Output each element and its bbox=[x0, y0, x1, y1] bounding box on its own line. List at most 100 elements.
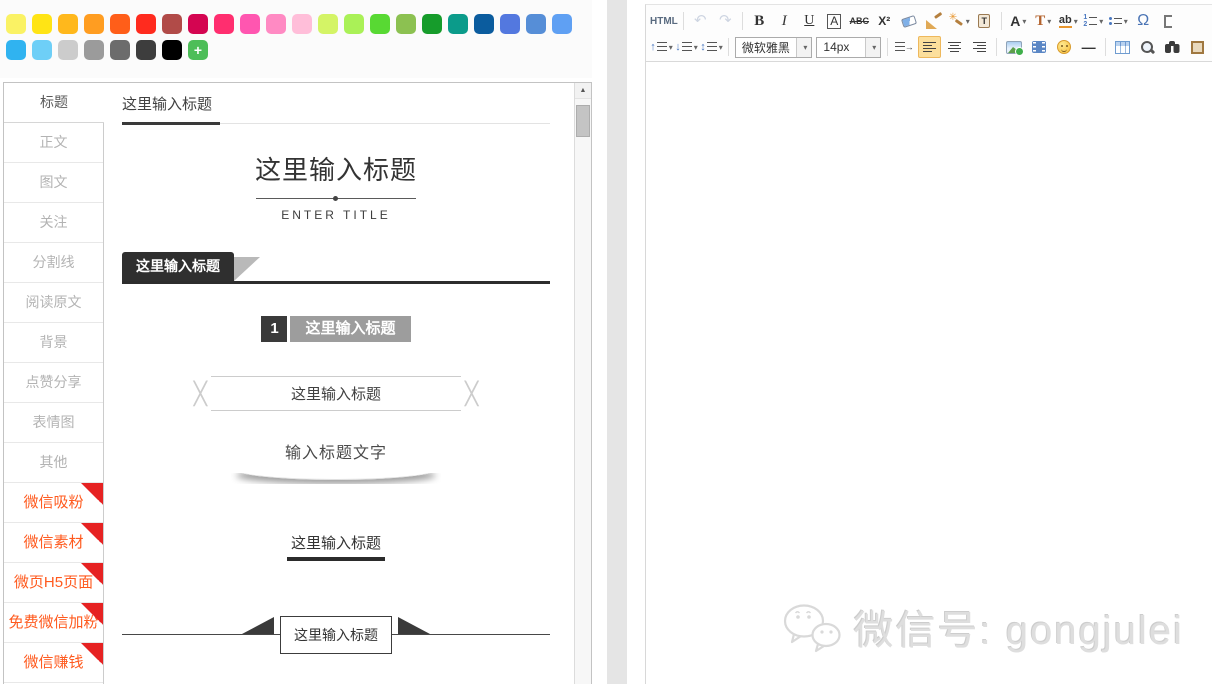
editor-content-area[interactable]: 微信号: gongjulei bbox=[646, 62, 1212, 680]
template-text: 这里输入标题 bbox=[122, 150, 550, 187]
special-char-button[interactable]: Ω bbox=[1132, 10, 1155, 32]
insert-table-button[interactable] bbox=[1111, 36, 1134, 58]
insert-image-button[interactable] bbox=[1002, 36, 1025, 58]
underline-button[interactable]: U bbox=[798, 10, 821, 32]
color-swatch[interactable] bbox=[500, 14, 520, 34]
sidebar-ad-item[interactable]: 微页H5页面AD bbox=[4, 563, 103, 603]
template-underline-tab[interactable]: 这里输入标题 bbox=[122, 91, 550, 124]
color-swatch[interactable] bbox=[32, 40, 52, 60]
font-size-select[interactable]: 14px ▾ bbox=[816, 37, 881, 58]
bold-button[interactable]: B bbox=[748, 10, 771, 32]
binoculars-icon bbox=[1165, 41, 1180, 53]
color-swatch[interactable] bbox=[136, 40, 156, 60]
find-replace-button[interactable] bbox=[1161, 36, 1184, 58]
space-above-button[interactable]: ↑ ▾ bbox=[650, 36, 673, 58]
color-swatch[interactable] bbox=[32, 14, 52, 34]
panel-gutter bbox=[592, 0, 645, 684]
sidebar-item-category[interactable]: 阅读原文 bbox=[4, 283, 103, 323]
template-number-box[interactable]: 1 这里输入标题 bbox=[122, 316, 550, 342]
horizontal-rule-button[interactable]: — bbox=[1077, 36, 1100, 58]
template-black-tab[interactable]: 这里输入标题 bbox=[122, 252, 550, 284]
color-swatch[interactable] bbox=[292, 14, 312, 34]
sidebar-item-category[interactable]: 图文 bbox=[4, 163, 103, 203]
color-swatch[interactable] bbox=[214, 14, 234, 34]
color-swatch[interactable] bbox=[344, 14, 364, 34]
strikethrough-button[interactable]: ABC bbox=[848, 10, 871, 32]
sidebar-item-category[interactable]: 正文 bbox=[4, 123, 103, 163]
line-height-icon: ↕ bbox=[700, 41, 717, 53]
template-thick-underline[interactable]: 这里输入标题 bbox=[122, 532, 550, 561]
color-swatch[interactable] bbox=[84, 40, 104, 60]
scrollbar-thumb[interactable] bbox=[576, 105, 590, 137]
color-swatch[interactable] bbox=[110, 40, 130, 60]
sidebar-item-category[interactable]: 背景 bbox=[4, 323, 103, 363]
sidebar-ad-item[interactable]: 微信赚钱AD bbox=[4, 643, 103, 683]
boxed-a-button[interactable]: A bbox=[823, 10, 846, 32]
sidebar-ad-item[interactable]: 微信吸粉AD bbox=[4, 483, 103, 523]
title-color-button[interactable]: T ▾ bbox=[1032, 10, 1055, 32]
anchor-button[interactable] bbox=[1157, 10, 1180, 32]
color-swatch[interactable] bbox=[58, 40, 78, 60]
color-swatch[interactable] bbox=[526, 14, 546, 34]
unordered-list-button[interactable]: ▾ bbox=[1107, 10, 1130, 32]
color-swatch[interactable] bbox=[474, 14, 494, 34]
scrollbar-up-button[interactable]: ▲ bbox=[575, 83, 591, 99]
template-scrollbar[interactable]: ▲ bbox=[574, 83, 591, 684]
sidebar-item-category[interactable]: 关注 bbox=[4, 203, 103, 243]
color-swatch[interactable] bbox=[188, 14, 208, 34]
color-swatch[interactable] bbox=[370, 14, 390, 34]
font-color-button[interactable]: A ▾ bbox=[1007, 10, 1030, 32]
color-swatch[interactable] bbox=[136, 14, 156, 34]
html-source-button[interactable]: HTML bbox=[650, 10, 678, 32]
color-swatch[interactable] bbox=[396, 14, 416, 34]
undo-button[interactable]: ↶ bbox=[689, 10, 712, 32]
paste-as-text-button[interactable]: T bbox=[973, 10, 996, 32]
color-swatch[interactable] bbox=[6, 40, 26, 60]
color-swatch[interactable] bbox=[266, 14, 286, 34]
preview-button[interactable] bbox=[1136, 36, 1159, 58]
color-swatch[interactable] bbox=[110, 14, 130, 34]
indent-button[interactable]: → bbox=[893, 36, 916, 58]
sidebar-item-category[interactable]: 其他 bbox=[4, 443, 103, 483]
template-ribbon-box[interactable]: 这里输入标题 bbox=[122, 605, 550, 665]
color-swatch[interactable] bbox=[162, 40, 182, 60]
italic-button[interactable]: I bbox=[773, 10, 796, 32]
space-below-button[interactable]: ↓ ▾ bbox=[675, 36, 698, 58]
align-right-button[interactable] bbox=[968, 36, 991, 58]
sidebar-ad-item[interactable]: 微信素材AD bbox=[4, 523, 103, 563]
emoji-button[interactable] bbox=[1052, 36, 1075, 58]
color-swatch[interactable] bbox=[240, 14, 260, 34]
add-color-button[interactable]: + bbox=[188, 40, 208, 60]
align-left-button[interactable] bbox=[918, 36, 941, 58]
insert-video-button[interactable] bbox=[1027, 36, 1050, 58]
highlight-color-button[interactable]: ab ▾ bbox=[1057, 10, 1080, 32]
sidebar-ad-item[interactable]: 免费微信加粉AD bbox=[4, 603, 103, 643]
color-swatch[interactable] bbox=[318, 14, 338, 34]
fullscreen-button[interactable] bbox=[1186, 36, 1209, 58]
template-dot-line-title[interactable]: 这里输入标题 ENTER TITLE bbox=[122, 150, 550, 222]
clear-format-button[interactable] bbox=[923, 10, 946, 32]
color-swatch[interactable] bbox=[58, 14, 78, 34]
color-swatch[interactable] bbox=[162, 14, 182, 34]
color-swatch[interactable] bbox=[552, 14, 572, 34]
color-swatch[interactable] bbox=[448, 14, 468, 34]
ordered-list-button[interactable]: 1 2 ▾ bbox=[1082, 10, 1105, 32]
template-curve-shadow[interactable]: 输入标题文字 bbox=[122, 439, 550, 484]
redo-button[interactable]: ↷ bbox=[714, 10, 737, 32]
superscript-button[interactable]: X² bbox=[873, 10, 896, 32]
color-swatch[interactable] bbox=[84, 14, 104, 34]
color-swatch[interactable] bbox=[6, 14, 26, 34]
color-swatch[interactable] bbox=[422, 14, 442, 34]
line-height-button[interactable]: ↕ ▾ bbox=[700, 36, 723, 58]
template-chevron-banner[interactable]: ╳ 这里输入标题 ╳ bbox=[122, 376, 550, 411]
sidebar-item-category[interactable]: 分割线 bbox=[4, 243, 103, 283]
quick-format-button[interactable]: ▾ bbox=[948, 10, 971, 32]
font-family-select[interactable]: 微软雅黑 ▾ bbox=[735, 37, 813, 58]
template-text: 这里输入标题 bbox=[122, 252, 234, 281]
remove-format-button[interactable] bbox=[898, 10, 921, 32]
chevron-down-icon: ▾ bbox=[796, 38, 811, 57]
align-center-button[interactable] bbox=[943, 36, 966, 58]
sidebar-item-category[interactable]: 表情图 bbox=[4, 403, 103, 443]
sidebar-item-category[interactable]: 点赞分享 bbox=[4, 363, 103, 403]
sidebar-item-active[interactable]: 标题 bbox=[4, 83, 104, 123]
